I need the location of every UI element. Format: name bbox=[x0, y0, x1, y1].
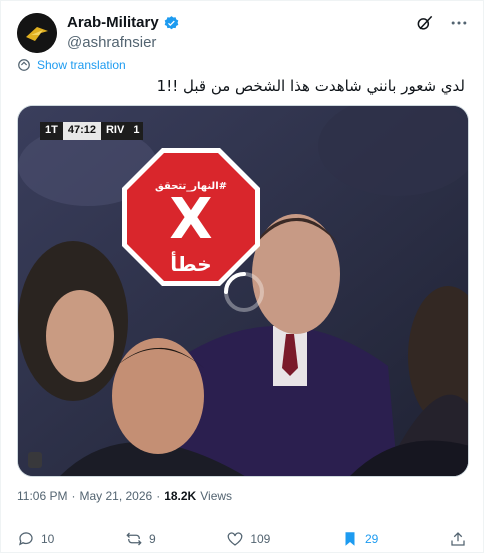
video-player[interactable]: 1T 47:12 RIV 1 #النهار_تتحقق X خطأ bbox=[17, 105, 469, 477]
tweet-card: Arab-Military @ashrafnsier Show translat… bbox=[0, 0, 484, 553]
heart-icon bbox=[227, 532, 243, 546]
tweet-meta: 11:06 PM · May 21, 2026 · 18.2K Views bbox=[17, 489, 232, 503]
reply-icon bbox=[19, 532, 33, 546]
account-handle[interactable]: @ashrafnsier bbox=[67, 33, 180, 53]
share-button[interactable] bbox=[449, 530, 467, 548]
like-button[interactable]: 109 bbox=[226, 530, 270, 548]
fact-check-stamp: #النهار_تتحقق X خطأ bbox=[122, 148, 260, 286]
repost-count: 9 bbox=[149, 532, 156, 546]
bookmark-count: 29 bbox=[365, 532, 379, 546]
loading-spinner-icon bbox=[224, 272, 264, 312]
repost-icon bbox=[126, 532, 142, 546]
more-icon[interactable] bbox=[449, 13, 469, 33]
avatar[interactable] bbox=[17, 13, 57, 53]
tweet-time[interactable]: 11:06 PM bbox=[17, 489, 67, 503]
meta-separator: · bbox=[71, 489, 76, 503]
show-translation-label: Show translation bbox=[37, 58, 126, 72]
media-control-icon[interactable] bbox=[28, 452, 42, 468]
match-period: 1T bbox=[40, 122, 63, 140]
share-icon bbox=[451, 532, 465, 546]
tweet-text: لدي شعور بانني شاهدت هذا الشخص من قبل !!… bbox=[156, 77, 465, 95]
action-bar: 10 9 109 29 bbox=[17, 529, 467, 549]
display-name[interactable]: Arab-Military bbox=[67, 13, 159, 33]
team-score: 1 bbox=[129, 122, 144, 140]
bookmark-button[interactable]: 29 bbox=[341, 530, 378, 548]
translate-icon bbox=[18, 59, 30, 71]
reply-button[interactable]: 10 bbox=[17, 530, 54, 548]
verified-badge-icon bbox=[163, 15, 180, 32]
meta-separator: · bbox=[156, 489, 161, 503]
reply-count: 10 bbox=[41, 532, 55, 546]
repost-button[interactable]: 9 bbox=[125, 530, 156, 548]
header-actions bbox=[415, 13, 469, 33]
grok-icon[interactable] bbox=[415, 13, 435, 33]
stamp-x-symbol: X bbox=[169, 187, 213, 252]
account-names: Arab-Military @ashrafnsier bbox=[67, 13, 180, 53]
views-label: Views bbox=[200, 489, 233, 503]
match-clock: 47:12 bbox=[62, 122, 101, 140]
show-translation-link[interactable]: Show translation bbox=[17, 58, 126, 72]
tweet-date[interactable]: May 21, 2026 bbox=[79, 489, 152, 503]
like-count: 109 bbox=[250, 532, 271, 546]
bookmark-icon bbox=[345, 532, 355, 546]
scoreboard: 1T 47:12 RIV 1 bbox=[40, 122, 144, 140]
views-count: 18.2K bbox=[164, 489, 197, 503]
tweet-header: Arab-Military @ashrafnsier bbox=[17, 11, 473, 53]
team-abbreviation: RIV bbox=[100, 122, 130, 140]
